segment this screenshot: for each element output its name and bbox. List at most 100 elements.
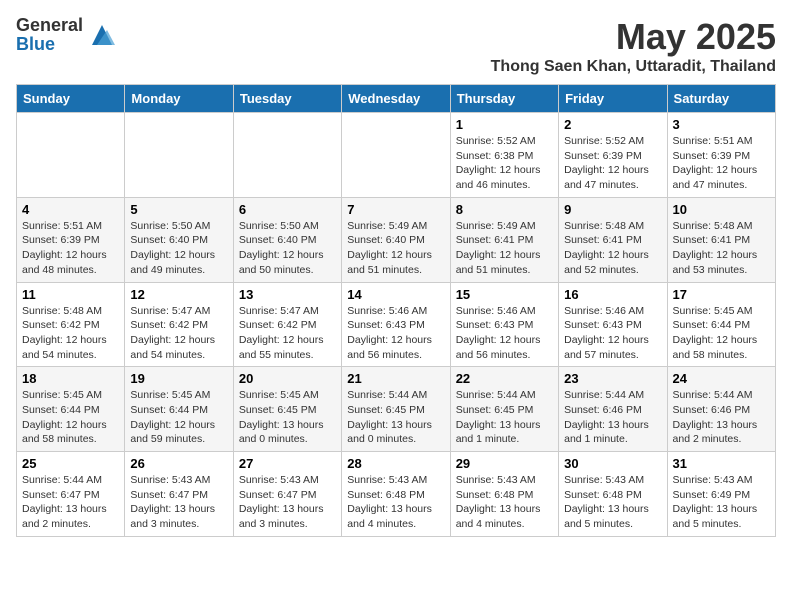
- day-info: Sunrise: 5:43 AM Sunset: 6:47 PM Dayligh…: [130, 473, 227, 532]
- calendar-cell: 14 Sunrise: 5:46 AM Sunset: 6:43 PM Dayli…: [342, 282, 450, 367]
- day-number: 12: [130, 287, 227, 302]
- calendar-cell: [17, 113, 125, 198]
- day-number: 10: [673, 202, 770, 217]
- calendar-cell: 25 Sunrise: 5:44 AM Sunset: 6:47 PM Dayli…: [17, 452, 125, 537]
- day-number: 7: [347, 202, 444, 217]
- day-info: Sunrise: 5:44 AM Sunset: 6:45 PM Dayligh…: [456, 388, 553, 447]
- logo: General Blue: [16, 16, 117, 54]
- day-info: Sunrise: 5:47 AM Sunset: 6:42 PM Dayligh…: [130, 304, 227, 363]
- day-info: Sunrise: 5:46 AM Sunset: 6:43 PM Dayligh…: [564, 304, 661, 363]
- calendar-week-2: 4 Sunrise: 5:51 AM Sunset: 6:39 PM Daylig…: [17, 197, 776, 282]
- calendar-cell: 8 Sunrise: 5:49 AM Sunset: 6:41 PM Daylig…: [450, 197, 558, 282]
- day-number: 18: [22, 371, 119, 386]
- day-header-tuesday: Tuesday: [233, 85, 341, 113]
- day-header-saturday: Saturday: [667, 85, 775, 113]
- day-header-wednesday: Wednesday: [342, 85, 450, 113]
- day-number: 4: [22, 202, 119, 217]
- day-number: 9: [564, 202, 661, 217]
- day-number: 25: [22, 456, 119, 471]
- calendar-cell: 10 Sunrise: 5:48 AM Sunset: 6:41 PM Dayli…: [667, 197, 775, 282]
- day-number: 22: [456, 371, 553, 386]
- calendar-cell: 22 Sunrise: 5:44 AM Sunset: 6:45 PM Dayli…: [450, 367, 558, 452]
- calendar-cell: 17 Sunrise: 5:45 AM Sunset: 6:44 PM Dayli…: [667, 282, 775, 367]
- day-number: 19: [130, 371, 227, 386]
- calendar-cell: 23Sunrise: 5:44 AM Sunset: 6:46 PM Dayli…: [559, 367, 667, 452]
- calendar-cell: 13 Sunrise: 5:47 AM Sunset: 6:42 PM Dayli…: [233, 282, 341, 367]
- day-number: 3: [673, 117, 770, 132]
- day-info: Sunrise: 5:47 AM Sunset: 6:42 PM Dayligh…: [239, 304, 336, 363]
- calendar-table: SundayMondayTuesdayWednesdayThursdayFrid…: [16, 84, 776, 537]
- page-header: General Blue May 2025 Thong Saen Khan, U…: [16, 16, 776, 76]
- calendar-week-5: 25 Sunrise: 5:44 AM Sunset: 6:47 PM Dayli…: [17, 452, 776, 537]
- day-info: Sunrise: 5:49 AM Sunset: 6:41 PM Dayligh…: [456, 219, 553, 278]
- calendar-cell: 1Sunrise: 5:52 AM Sunset: 6:38 PM Daylig…: [450, 113, 558, 198]
- calendar-cell: 7 Sunrise: 5:49 AM Sunset: 6:40 PM Daylig…: [342, 197, 450, 282]
- calendar-cell: 26 Sunrise: 5:43 AM Sunset: 6:47 PM Dayli…: [125, 452, 233, 537]
- day-info: Sunrise: 5:52 AM Sunset: 6:39 PM Dayligh…: [564, 134, 661, 193]
- calendar-week-3: 11Sunrise: 5:48 AM Sunset: 6:42 PM Dayli…: [17, 282, 776, 367]
- day-number: 26: [130, 456, 227, 471]
- day-number: 29: [456, 456, 553, 471]
- day-number: 15: [456, 287, 553, 302]
- day-number: 21: [347, 371, 444, 386]
- calendar-cell: 9 Sunrise: 5:48 AM Sunset: 6:41 PM Daylig…: [559, 197, 667, 282]
- day-number: 2: [564, 117, 661, 132]
- day-info: Sunrise: 5:45 AM Sunset: 6:44 PM Dayligh…: [130, 388, 227, 447]
- day-info: Sunrise: 5:51 AM Sunset: 6:39 PM Dayligh…: [22, 219, 119, 278]
- calendar-cell: 24Sunrise: 5:44 AM Sunset: 6:46 PM Dayli…: [667, 367, 775, 452]
- calendar-cell: 5Sunrise: 5:50 AM Sunset: 6:40 PM Daylig…: [125, 197, 233, 282]
- day-info: Sunrise: 5:44 AM Sunset: 6:46 PM Dayligh…: [564, 388, 661, 447]
- calendar-cell: 12 Sunrise: 5:47 AM Sunset: 6:42 PM Dayli…: [125, 282, 233, 367]
- day-info: Sunrise: 5:45 AM Sunset: 6:44 PM Dayligh…: [673, 304, 770, 363]
- day-number: 16: [564, 287, 661, 302]
- day-number: 27: [239, 456, 336, 471]
- location-title: Thong Saen Khan, Uttaradit, Thailand: [491, 58, 776, 76]
- calendar-cell: 21 Sunrise: 5:44 AM Sunset: 6:45 PM Dayli…: [342, 367, 450, 452]
- day-number: 1: [456, 117, 553, 132]
- day-info: Sunrise: 5:48 AM Sunset: 6:41 PM Dayligh…: [564, 219, 661, 278]
- day-number: 20: [239, 371, 336, 386]
- calendar-cell: [125, 113, 233, 198]
- calendar-cell: 3Sunrise: 5:51 AM Sunset: 6:39 PM Daylig…: [667, 113, 775, 198]
- day-number: 11: [22, 287, 119, 302]
- calendar-cell: 31Sunrise: 5:43 AM Sunset: 6:49 PM Dayli…: [667, 452, 775, 537]
- day-info: Sunrise: 5:50 AM Sunset: 6:40 PM Dayligh…: [239, 219, 336, 278]
- day-number: 13: [239, 287, 336, 302]
- day-number: 30: [564, 456, 661, 471]
- calendar-cell: 30 Sunrise: 5:43 AM Sunset: 6:48 PM Dayli…: [559, 452, 667, 537]
- day-info: Sunrise: 5:43 AM Sunset: 6:48 PM Dayligh…: [564, 473, 661, 532]
- day-info: Sunrise: 5:46 AM Sunset: 6:43 PM Dayligh…: [347, 304, 444, 363]
- day-number: 28: [347, 456, 444, 471]
- day-info: Sunrise: 5:48 AM Sunset: 6:41 PM Dayligh…: [673, 219, 770, 278]
- day-number: 17: [673, 287, 770, 302]
- day-info: Sunrise: 5:43 AM Sunset: 6:47 PM Dayligh…: [239, 473, 336, 532]
- day-number: 8: [456, 202, 553, 217]
- day-number: 6: [239, 202, 336, 217]
- calendar-cell: 16 Sunrise: 5:46 AM Sunset: 6:43 PM Dayli…: [559, 282, 667, 367]
- calendar-cell: 15 Sunrise: 5:46 AM Sunset: 6:43 PM Dayli…: [450, 282, 558, 367]
- day-header-monday: Monday: [125, 85, 233, 113]
- calendar-cell: 2 Sunrise: 5:52 AM Sunset: 6:39 PM Daylig…: [559, 113, 667, 198]
- day-info: Sunrise: 5:49 AM Sunset: 6:40 PM Dayligh…: [347, 219, 444, 278]
- logo-icon: [87, 20, 117, 50]
- calendar-cell: [342, 113, 450, 198]
- day-info: Sunrise: 5:43 AM Sunset: 6:49 PM Dayligh…: [673, 473, 770, 532]
- day-number: 14: [347, 287, 444, 302]
- calendar-cell: 29 Sunrise: 5:43 AM Sunset: 6:48 PM Dayli…: [450, 452, 558, 537]
- calendar-cell: 18 Sunrise: 5:45 AM Sunset: 6:44 PM Dayli…: [17, 367, 125, 452]
- calendar-cell: 4 Sunrise: 5:51 AM Sunset: 6:39 PM Daylig…: [17, 197, 125, 282]
- calendar-cell: 6 Sunrise: 5:50 AM Sunset: 6:40 PM Daylig…: [233, 197, 341, 282]
- day-info: Sunrise: 5:44 AM Sunset: 6:47 PM Dayligh…: [22, 473, 119, 532]
- calendar-cell: 19 Sunrise: 5:45 AM Sunset: 6:44 PM Dayli…: [125, 367, 233, 452]
- day-info: Sunrise: 5:46 AM Sunset: 6:43 PM Dayligh…: [456, 304, 553, 363]
- day-info: Sunrise: 5:44 AM Sunset: 6:45 PM Dayligh…: [347, 388, 444, 447]
- calendar-cell: 20Sunrise: 5:45 AM Sunset: 6:45 PM Dayli…: [233, 367, 341, 452]
- calendar-cell: [233, 113, 341, 198]
- calendar-cell: 27 Sunrise: 5:43 AM Sunset: 6:47 PM Dayli…: [233, 452, 341, 537]
- title-area: May 2025 Thong Saen Khan, Uttaradit, Tha…: [491, 16, 776, 76]
- day-number: 5: [130, 202, 227, 217]
- calendar-cell: 11Sunrise: 5:48 AM Sunset: 6:42 PM Dayli…: [17, 282, 125, 367]
- day-info: Sunrise: 5:43 AM Sunset: 6:48 PM Dayligh…: [456, 473, 553, 532]
- day-info: Sunrise: 5:45 AM Sunset: 6:44 PM Dayligh…: [22, 388, 119, 447]
- day-info: Sunrise: 5:44 AM Sunset: 6:46 PM Dayligh…: [673, 388, 770, 447]
